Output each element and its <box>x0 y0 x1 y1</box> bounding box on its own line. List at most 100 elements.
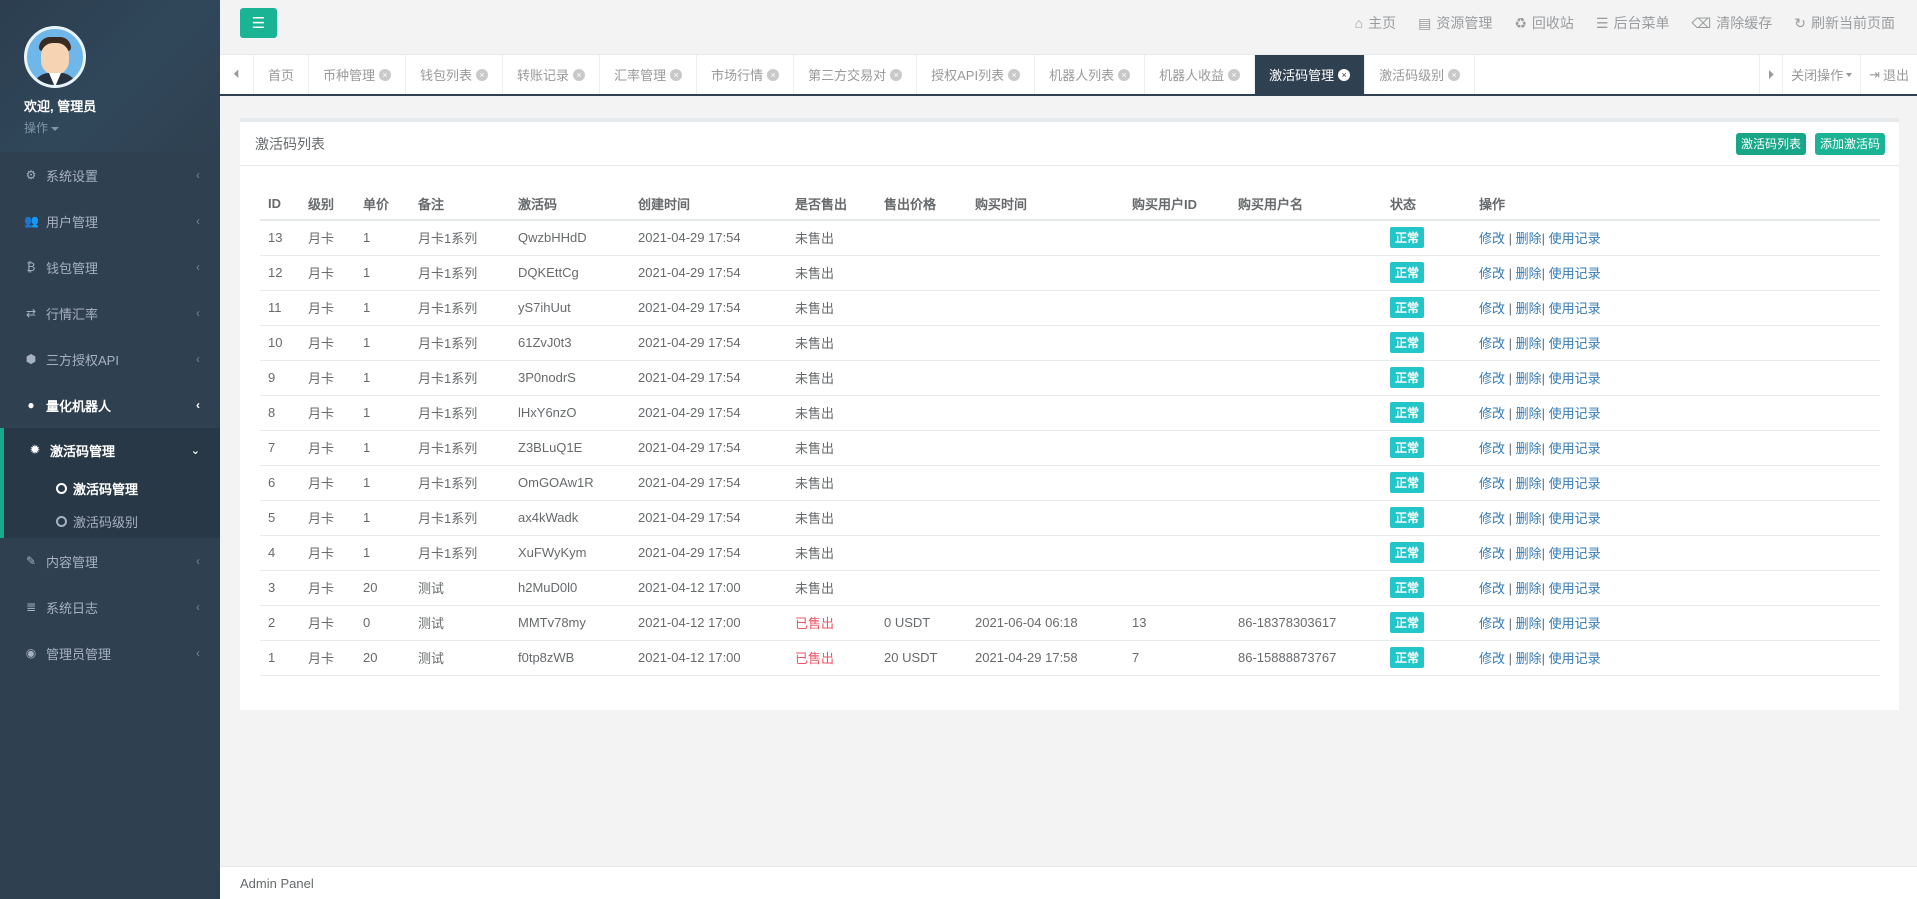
usage-record-link[interactable]: 使用记录 <box>1549 546 1601 561</box>
usage-record-link[interactable]: 使用记录 <box>1549 336 1601 351</box>
sidebar-item-content[interactable]: ✎ 内容管理 ‹ <box>0 538 220 584</box>
table-cell <box>876 290 967 326</box>
logout-button[interactable]: ⇥ 退出 <box>1860 55 1917 94</box>
edit-link[interactable]: 修改 <box>1479 371 1505 386</box>
usage-record-link[interactable]: 使用记录 <box>1549 651 1601 666</box>
table-cell: 1 <box>355 325 410 361</box>
usage-record-link[interactable]: 使用记录 <box>1549 616 1601 631</box>
sidebar-subitem-activation-manage[interactable]: 激活码管理 <box>4 472 220 504</box>
delete-link[interactable]: 删除 <box>1516 336 1542 351</box>
delete-link[interactable]: 删除 <box>1516 581 1542 596</box>
tab-item[interactable]: 激活码级别 × <box>1365 55 1476 94</box>
tab-label: 首页 <box>268 68 295 83</box>
toplink-clear-cache[interactable]: ⌫ 清除缓存 <box>1691 13 1772 33</box>
table-cell: ax4kWadk <box>510 500 630 536</box>
edit-link[interactable]: 修改 <box>1479 511 1505 526</box>
sidebar-item-quant-robot[interactable]: ● 量化机器人 ‹ <box>0 382 220 428</box>
delete-link[interactable]: 删除 <box>1516 266 1542 281</box>
table-cell: yS7ihUut <box>510 290 630 326</box>
delete-link[interactable]: 删除 <box>1516 546 1542 561</box>
sidebar-item-wallets[interactable]: ₿ 钱包管理 ‹ <box>0 244 220 290</box>
close-tab-icon[interactable]: × <box>1118 68 1131 81</box>
sidebar-item-users[interactable]: 👥 用户管理 ‹ <box>0 198 220 244</box>
tab-item[interactable]: 钱包列表 × <box>406 55 504 94</box>
content-panel: 激活码列表 激活码列表 添加激活码 ID 级别 单价 备注 激活码 创建时间 是否售出 售出价… <box>240 118 1899 710</box>
usage-record-link[interactable]: 使用记录 <box>1549 581 1601 596</box>
profile-ops-dropdown[interactable]: 操作 <box>24 119 220 136</box>
delete-link[interactable]: 删除 <box>1516 231 1542 246</box>
tab-item[interactable]: 机器人列表 × <box>1035 55 1146 94</box>
delete-link[interactable]: 删除 <box>1516 371 1542 386</box>
close-tab-icon[interactable]: × <box>573 68 586 81</box>
user-circle-icon: ◉ <box>25 646 37 660</box>
edit-link[interactable]: 修改 <box>1479 301 1505 316</box>
close-tab-icon[interactable]: × <box>670 68 683 81</box>
tab-item[interactable]: 机器人收益 × <box>1145 55 1256 94</box>
sidebar-subitem-activation-levels[interactable]: 激活码级别 <box>4 504 220 538</box>
separator: | <box>1541 301 1549 316</box>
edit-link[interactable]: 修改 <box>1479 441 1505 456</box>
delete-link[interactable]: 删除 <box>1516 511 1542 526</box>
tab-item[interactable]: 币种管理 × <box>309 55 407 94</box>
toplink-home[interactable]: ⌂ 主页 <box>1355 13 1396 33</box>
menu-toggle-button[interactable]: ☰ <box>240 8 277 38</box>
delete-link[interactable]: 删除 <box>1516 406 1542 421</box>
edit-link[interactable]: 修改 <box>1479 336 1505 351</box>
sidebar-item-system-settings[interactable]: ⚙ 系统设置 ‹ <box>0 152 220 198</box>
edit-link[interactable]: 修改 <box>1479 651 1505 666</box>
close-ops-label: 关闭操作 <box>1791 68 1844 83</box>
close-ops-dropdown[interactable]: 关闭操作 <box>1782 55 1860 94</box>
edit-link[interactable]: 修改 <box>1479 616 1505 631</box>
delete-link[interactable]: 删除 <box>1516 476 1542 491</box>
add-activation-button[interactable]: 添加激活码 <box>1814 132 1885 155</box>
usage-record-link[interactable]: 使用记录 <box>1549 301 1601 316</box>
sidebar-item-system-logs[interactable]: ≣ 系统日志 ‹ <box>0 584 220 630</box>
toplink-recycle-bin[interactable]: ♻ 回收站 <box>1514 13 1574 33</box>
usage-record-link[interactable]: 使用记录 <box>1549 406 1601 421</box>
tabs-scroll-left-button[interactable]: ⏴ <box>220 55 254 94</box>
sidebar-item-rates[interactable]: ⇄ 行情汇率 ‹ <box>0 290 220 336</box>
edit-link[interactable]: 修改 <box>1479 476 1505 491</box>
close-tab-icon[interactable]: × <box>379 68 392 81</box>
delete-link[interactable]: 删除 <box>1516 301 1542 316</box>
close-tab-icon[interactable]: × <box>767 68 780 81</box>
sidebar-item-admins[interactable]: ◉ 管理员管理 ‹ <box>0 630 220 676</box>
close-tab-icon[interactable]: × <box>1338 68 1351 81</box>
edit-link[interactable]: 修改 <box>1479 231 1505 246</box>
close-tab-icon[interactable]: × <box>1448 68 1461 81</box>
delete-link[interactable]: 删除 <box>1516 616 1542 631</box>
edit-link[interactable]: 修改 <box>1479 406 1505 421</box>
usage-record-link[interactable]: 使用记录 <box>1549 441 1601 456</box>
close-tab-icon[interactable]: × <box>1228 68 1241 81</box>
activation-list-button[interactable]: 激活码列表 <box>1735 132 1806 155</box>
tab-item[interactable]: 市场行情 × <box>697 55 795 94</box>
toplink-refresh[interactable]: ↻ 刷新当前页面 <box>1794 13 1895 33</box>
delete-link[interactable]: 删除 <box>1516 651 1542 666</box>
tab-item[interactable]: 激活码管理 × <box>1255 55 1366 94</box>
usage-record-link[interactable]: 使用记录 <box>1549 231 1601 246</box>
close-tab-icon[interactable]: × <box>476 68 489 81</box>
usage-record-link[interactable]: 使用记录 <box>1549 511 1601 526</box>
usage-record-link[interactable]: 使用记录 <box>1549 476 1601 491</box>
close-tab-icon[interactable]: × <box>1008 68 1021 81</box>
table-cell: 已售出 <box>787 605 876 641</box>
tab-item[interactable]: 汇率管理 × <box>600 55 698 94</box>
tab-item[interactable]: 转账记录 × <box>503 55 601 94</box>
sidebar-item-third-party-api[interactable]: ⬢ 三方授权API ‹ <box>0 336 220 382</box>
usage-record-link[interactable]: 使用记录 <box>1549 371 1601 386</box>
toplink-resources[interactable]: ▤ 资源管理 <box>1418 13 1492 33</box>
edit-link[interactable]: 修改 <box>1479 266 1505 281</box>
sidebar-item-activation-codes[interactable]: ✹ 激活码管理 ⌄ <box>4 428 220 472</box>
delete-link[interactable]: 删除 <box>1516 441 1542 456</box>
close-tab-icon[interactable]: × <box>890 68 903 81</box>
usage-record-link[interactable]: 使用记录 <box>1549 266 1601 281</box>
edit-link[interactable]: 修改 <box>1479 546 1505 561</box>
edit-link[interactable]: 修改 <box>1479 581 1505 596</box>
tab-item[interactable]: 第三方交易对 × <box>794 55 918 94</box>
toplink-backend-menu[interactable]: ☰ 后台菜单 <box>1596 13 1670 33</box>
tabs-scroll-right-button[interactable]: ⏵ <box>1758 55 1783 94</box>
tab-item[interactable]: 首页 <box>254 55 310 94</box>
sidebar-subitem-label: 激活码级别 <box>73 514 139 530</box>
avatar[interactable] <box>24 26 86 88</box>
tab-item[interactable]: 授权API列表 × <box>917 55 1036 94</box>
